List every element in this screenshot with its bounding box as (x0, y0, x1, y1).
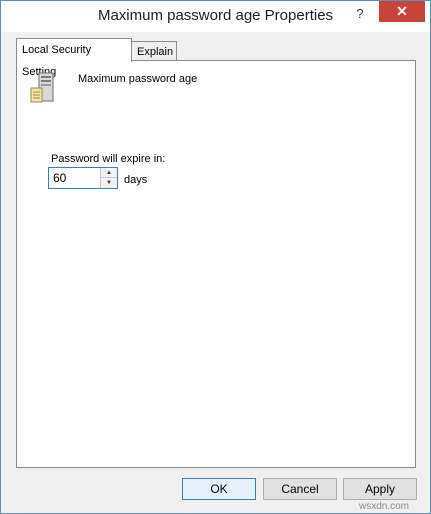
policy-name-label: Maximum password age (78, 73, 198, 85)
tab-local-security-setting[interactable]: Local Security Setting (16, 38, 132, 78)
password-age-stepper[interactable]: 60 ▲ ▼ (48, 167, 118, 189)
stepper-down-button[interactable]: ▼ (101, 178, 117, 188)
password-age-value[interactable]: 60 (53, 171, 66, 185)
cancel-button[interactable]: Cancel (263, 478, 337, 500)
close-button[interactable]: ✕ (379, 1, 425, 22)
stepper-up-button[interactable]: ▲ (101, 168, 117, 178)
ok-button[interactable]: OK (182, 478, 256, 500)
properties-dialog: Maximum password age Properties ? ✕ Loca… (0, 0, 431, 514)
apply-button[interactable]: Apply (343, 478, 417, 500)
help-button[interactable]: ? (349, 4, 371, 24)
days-label: days (124, 174, 148, 186)
server-icon (30, 72, 54, 103)
title-bar[interactable]: Maximum password age Properties ? ✕ (1, 1, 430, 32)
password-expire-label: Password will expire in: (51, 153, 166, 165)
watermark: wsxdn.com (359, 501, 410, 512)
tab-explain[interactable]: Explain (131, 41, 177, 61)
tab-panel (16, 60, 416, 468)
stepper-buttons: ▲ ▼ (100, 168, 117, 188)
